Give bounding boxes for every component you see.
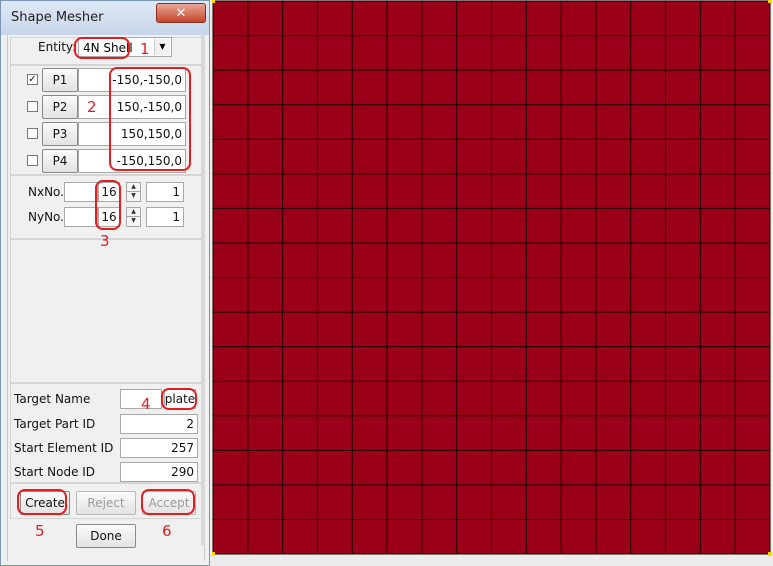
stepper-up-icon[interactable]: ▲ bbox=[127, 183, 140, 192]
start-node-field[interactable]: 290 bbox=[120, 462, 198, 482]
corner-node-marker[interactable] bbox=[768, 552, 772, 556]
check-icon: ✓ bbox=[28, 74, 37, 85]
annotation-number-2: 2 bbox=[87, 98, 97, 116]
corner-node-marker[interactable] bbox=[212, 0, 215, 3]
annotation-outline-divisions bbox=[95, 180, 121, 230]
annotation-number-3: 3 bbox=[100, 232, 110, 250]
annotation-number-4: 4 bbox=[141, 395, 151, 413]
p4-button[interactable]: P4 bbox=[42, 149, 78, 173]
entity-label: Entity: bbox=[38, 40, 77, 54]
p4-checkbox[interactable] bbox=[27, 155, 38, 166]
chevron-down-icon[interactable]: ▼ bbox=[154, 39, 170, 55]
corner-node-marker[interactable] bbox=[768, 0, 772, 3]
p1-checkbox[interactable]: ✓ bbox=[27, 74, 38, 85]
shape-mesher-app: Shape Mesher ✕ Entity: 4N Shell ▼ ✓ P1 -… bbox=[0, 0, 773, 566]
shape-mesher-dialog: Shape Mesher ✕ Entity: 4N Shell ▼ ✓ P1 -… bbox=[0, 0, 210, 566]
p3-button[interactable]: P3 bbox=[42, 122, 78, 146]
title-bar[interactable]: Shape Mesher ✕ bbox=[1, 1, 209, 35]
window-title: Shape Mesher bbox=[11, 10, 104, 25]
target-part-field[interactable]: 2 bbox=[120, 414, 198, 434]
mesh-viewport[interactable] bbox=[212, 0, 773, 566]
stepper-down-icon[interactable]: ▼ bbox=[127, 217, 140, 226]
shell-mesh[interactable] bbox=[212, 0, 773, 566]
target-name-label: Target Name bbox=[14, 392, 91, 406]
close-icon: ✕ bbox=[175, 5, 187, 21]
p1-button[interactable]: P1 bbox=[42, 68, 78, 92]
stepper-down-icon[interactable]: ▼ bbox=[127, 192, 140, 201]
start-element-label: Start Element ID bbox=[14, 441, 114, 455]
spacer-group bbox=[10, 239, 202, 383]
p2-checkbox[interactable] bbox=[27, 101, 38, 112]
nx-ratio-field[interactable]: 1 bbox=[146, 182, 184, 202]
ny-ratio-field[interactable]: 1 bbox=[146, 207, 184, 227]
annotation-outline-accept bbox=[141, 489, 195, 515]
stepper-up-icon[interactable]: ▲ bbox=[127, 208, 140, 217]
ny-stepper[interactable]: ▲ ▼ bbox=[126, 207, 141, 227]
dialog-scrollbar[interactable] bbox=[201, 35, 205, 545]
nx-label: NxNo. bbox=[28, 185, 64, 199]
annotation-outline-points bbox=[109, 67, 191, 171]
annotation-outline-entity bbox=[74, 37, 130, 59]
target-part-label: Target Part ID bbox=[14, 417, 96, 431]
ny-blank-field[interactable] bbox=[64, 207, 98, 227]
start-node-label: Start Node ID bbox=[14, 465, 96, 479]
annotation-number-5: 5 bbox=[35, 522, 45, 540]
corner-node-marker[interactable] bbox=[212, 552, 215, 556]
annotation-number-1: 1 bbox=[140, 40, 150, 58]
ny-label: NyNo. bbox=[28, 210, 64, 224]
annotation-outline-target-name bbox=[161, 388, 197, 410]
reject-button[interactable]: Reject bbox=[76, 491, 136, 515]
close-button[interactable]: ✕ bbox=[156, 3, 206, 23]
nx-stepper[interactable]: ▲ ▼ bbox=[126, 182, 141, 202]
p2-button[interactable]: P2 bbox=[42, 95, 78, 119]
start-element-field[interactable]: 257 bbox=[120, 438, 198, 458]
annotation-number-6: 6 bbox=[162, 522, 172, 540]
nx-blank-field[interactable] bbox=[64, 182, 98, 202]
p3-checkbox[interactable] bbox=[27, 128, 38, 139]
annotation-outline-create bbox=[17, 489, 67, 515]
done-button[interactable]: Done bbox=[76, 524, 136, 548]
